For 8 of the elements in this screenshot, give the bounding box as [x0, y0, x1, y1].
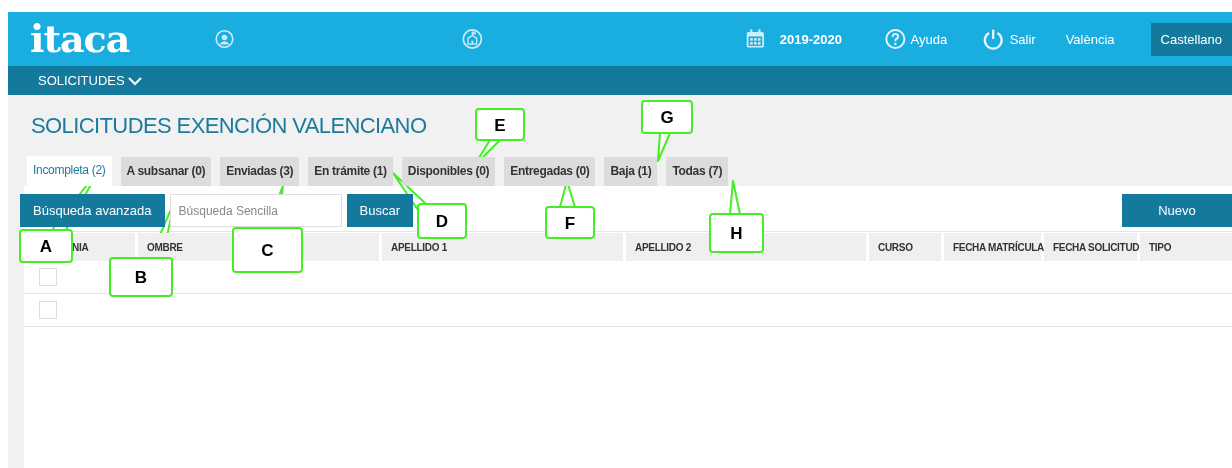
callout-tooltip: H: [709, 213, 764, 253]
page-title: SOLICITUDES EXENCIÓN VALENCIANO: [31, 112, 427, 140]
callout-tooltip: C: [232, 227, 303, 273]
callout-tooltip: A: [19, 229, 73, 263]
callout-tooltip: B: [109, 257, 173, 297]
callout-tooltip: D: [417, 203, 467, 239]
school-year: 2019-2020: [779, 31, 842, 47]
callout-tooltip: G: [641, 100, 693, 134]
